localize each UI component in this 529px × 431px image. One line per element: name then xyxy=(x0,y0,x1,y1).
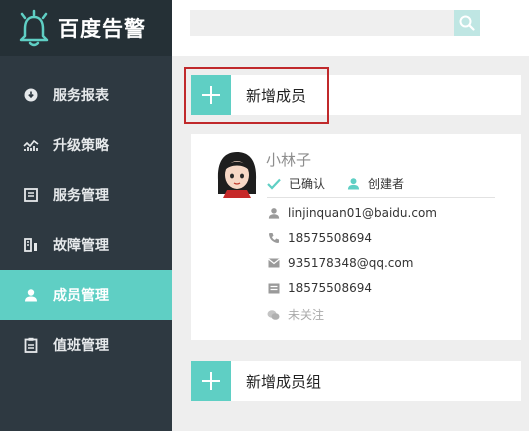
sidebar-item-service-report[interactable]: 服务报表 xyxy=(0,70,172,120)
member-qq: 935178348@qq.com xyxy=(288,256,414,270)
add-member-group-label: 新增成员组 xyxy=(246,372,322,391)
sidebar-item-label: 升级策略 xyxy=(53,138,109,154)
plus-icon xyxy=(191,361,231,401)
wechat-icon xyxy=(267,308,280,321)
highlight-box xyxy=(184,67,329,124)
app-logo[interactable]: 百度告警 xyxy=(0,0,172,56)
member-wechat-status: 未关注 xyxy=(288,308,325,322)
member-wechat-row: 未关注 xyxy=(267,306,324,323)
member-card[interactable]: 小林子 已确认 创建者 linjinquan01@baidu.com 18575… xyxy=(191,134,521,340)
sidebar-item-duty-management[interactable]: 值班管理 xyxy=(0,320,172,370)
search-button[interactable] xyxy=(454,10,480,36)
sidebar-item-label: 服务报表 xyxy=(53,88,109,104)
sidebar: 百度告警 服务报表 升级策略 服务管理 故障管理 成员管理 值班管理 xyxy=(0,0,172,431)
member-name: 小林子 xyxy=(266,151,312,169)
member-sms: 18575508694 xyxy=(288,281,372,295)
person-icon xyxy=(347,177,360,190)
sidebar-item-label: 成员管理 xyxy=(53,288,109,304)
confirmed-label: 已确认 xyxy=(289,177,326,191)
person-icon xyxy=(22,286,40,304)
sidebar-item-label: 故障管理 xyxy=(53,238,109,254)
member-phone: 18575508694 xyxy=(288,231,372,245)
add-member-group-button[interactable]: 新增成员组 xyxy=(191,361,521,401)
search-input[interactable] xyxy=(190,10,454,36)
sidebar-item-escalation-policy[interactable]: 升级策略 xyxy=(0,120,172,170)
member-phone-row: 18575508694 xyxy=(267,231,372,245)
phone-icon xyxy=(267,232,280,245)
trend-chart-icon xyxy=(22,136,40,154)
list-box-icon xyxy=(22,186,40,204)
message-icon xyxy=(267,282,280,295)
search-icon xyxy=(459,15,475,31)
sidebar-item-label: 服务管理 xyxy=(53,188,109,204)
top-bar xyxy=(172,0,529,56)
mail-icon xyxy=(267,257,280,270)
sidebar-item-service-management[interactable]: 服务管理 xyxy=(0,170,172,220)
sidebar-item-fault-management[interactable]: 故障管理 xyxy=(0,220,172,270)
clipboard-icon xyxy=(22,336,40,354)
sidebar-nav: 服务报表 升级策略 服务管理 故障管理 成员管理 值班管理 xyxy=(0,70,172,370)
user-icon xyxy=(267,207,280,220)
divider xyxy=(267,197,495,198)
member-sms-row: 18575508694 xyxy=(267,281,372,295)
download-circle-icon xyxy=(22,86,40,104)
member-email: linjinquan01@baidu.com xyxy=(288,206,437,220)
app-name: 百度告警 xyxy=(58,17,146,41)
fault-bars-icon xyxy=(22,236,40,254)
avatar xyxy=(217,152,257,198)
role-label: 创建者 xyxy=(368,177,405,191)
sidebar-item-label: 值班管理 xyxy=(53,338,109,354)
sidebar-item-member-management[interactable]: 成员管理 xyxy=(0,270,172,320)
member-status-row: 已确认 创建者 xyxy=(267,175,404,192)
member-email-row: linjinquan01@baidu.com xyxy=(267,206,437,220)
bell-logo-icon xyxy=(19,9,49,47)
check-icon xyxy=(267,178,281,190)
member-qq-row: 935178348@qq.com xyxy=(267,256,413,270)
